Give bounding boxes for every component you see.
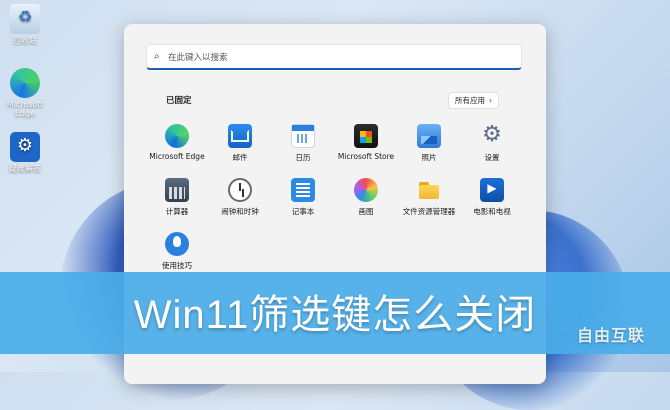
app-tile-clock[interactable]: 闹钟和时钟 xyxy=(207,178,273,217)
all-apps-label: 所有应用 xyxy=(455,96,485,105)
app-tile-calculator[interactable]: 计算器 xyxy=(144,178,210,217)
app-tile-mail[interactable]: 邮件 xyxy=(207,124,273,163)
edge-icon xyxy=(165,124,189,148)
notepad-icon xyxy=(291,178,315,202)
search-input[interactable]: ⌕ 在此键入以搜索 xyxy=(146,44,522,70)
app-label: 记事本 xyxy=(291,207,315,216)
app-tile-tips[interactable]: 使用技巧 xyxy=(144,232,210,271)
edge-icon xyxy=(10,68,40,98)
tool-icon xyxy=(10,132,40,162)
app-label: 画图 xyxy=(358,207,374,216)
chevron-right-icon: › xyxy=(489,96,492,105)
pinned-section-title: 已固定 xyxy=(166,96,192,106)
desktop-icon-label: Microsoft Edge xyxy=(6,100,44,118)
app-label: Microsoft Store xyxy=(337,152,395,161)
banner-title: Win11筛选键怎么关闭 xyxy=(133,293,537,337)
app-label: 电影和电视 xyxy=(473,207,511,216)
app-label: 使用技巧 xyxy=(162,261,192,270)
search-placeholder: 在此键入以搜索 xyxy=(168,52,228,63)
recycle-bin-icon xyxy=(10,4,40,34)
all-apps-button[interactable]: 所有应用 › xyxy=(448,92,499,109)
search-icon: ⌕ xyxy=(154,51,160,62)
app-tile-store[interactable]: Microsoft Store xyxy=(333,124,399,161)
clock-icon xyxy=(228,178,252,202)
app-label: 日历 xyxy=(295,153,311,162)
desktop-icon-edge[interactable]: Microsoft Edge xyxy=(2,68,48,119)
desktop-icon-label: 疑难解答 xyxy=(9,164,41,173)
desktop-icon-troubleshoot[interactable]: 疑难解答 xyxy=(2,132,48,174)
app-tile-movies[interactable]: 电影和电视 xyxy=(459,178,525,217)
watermark-logo: 自由互联 xyxy=(577,326,646,345)
app-tile-settings[interactable]: 设置 xyxy=(459,122,525,163)
app-label: Microsoft Edge xyxy=(149,152,205,161)
settings-icon xyxy=(480,122,504,148)
desktop-icon-label: 回收站 xyxy=(13,36,37,45)
photos-icon xyxy=(417,124,441,148)
calculator-icon xyxy=(165,178,189,202)
paint-icon xyxy=(354,178,378,202)
app-label: 设置 xyxy=(484,153,500,162)
mail-icon xyxy=(228,124,252,148)
app-label: 照片 xyxy=(421,153,437,162)
app-label: 文件资源管理器 xyxy=(402,207,456,216)
app-tile-paint[interactable]: 画图 xyxy=(333,178,399,217)
store-icon xyxy=(354,124,378,148)
folder-icon xyxy=(417,178,441,202)
app-label: 闹钟和时钟 xyxy=(221,207,259,216)
app-tile-edge[interactable]: Microsoft Edge xyxy=(144,124,210,161)
title-banner: Win11筛选键怎么关闭 xyxy=(0,272,670,354)
app-label: 邮件 xyxy=(232,153,248,162)
tips-icon xyxy=(165,232,189,256)
app-tile-notepad[interactable]: 记事本 xyxy=(270,178,336,217)
desktop-icon-recycle-bin[interactable]: 回收站 xyxy=(2,4,48,46)
app-label: 计算器 xyxy=(165,207,189,216)
calendar-icon xyxy=(291,124,315,148)
app-tile-photos[interactable]: 照片 xyxy=(396,124,462,163)
film-icon xyxy=(480,178,504,202)
app-tile-calendar[interactable]: 日历 xyxy=(270,124,336,163)
app-tile-file-explorer[interactable]: 文件资源管理器 xyxy=(396,178,462,217)
